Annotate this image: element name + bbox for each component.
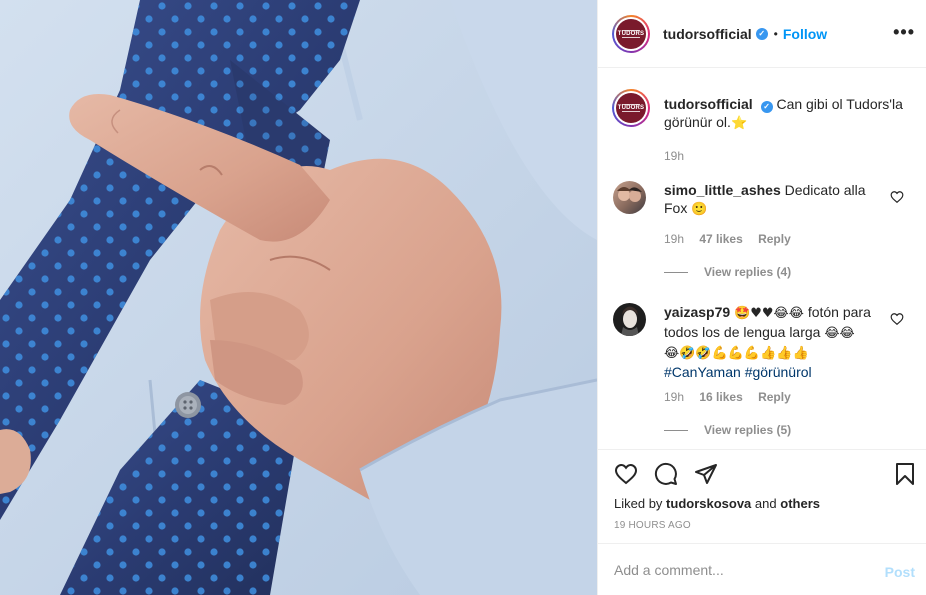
avatar[interactable]: TUDORS <box>612 14 650 53</box>
brand-logo: TUDORS <box>616 93 646 123</box>
smile-emoji-icon: 🙂 <box>691 202 708 217</box>
view-replies-label: View replies (5) <box>704 423 792 437</box>
comment-meta: 19h 16 likes Reply <box>664 390 803 404</box>
comment-username[interactable]: yaizasp79 <box>664 304 730 320</box>
commenter-photo-icon <box>617 187 642 202</box>
emoji-sequence-icon: 🤩♥♥😂😂 <box>734 306 804 321</box>
comment-avatar[interactable] <box>613 181 646 214</box>
add-comment-bar: Post <box>598 543 926 595</box>
laugh-emoji-icon: 😂😂 <box>824 326 855 341</box>
follow-button[interactable]: Follow <box>783 26 827 42</box>
brand-logo: TUDORS <box>616 18 646 49</box>
comment-avatar[interactable] <box>613 303 646 336</box>
share-icon[interactable] <box>694 462 718 486</box>
liked-by-prefix: Liked by <box>614 496 663 511</box>
view-replies-button[interactable]: View replies (5) <box>664 423 791 437</box>
save-button[interactable] <box>893 462 917 489</box>
post-image[interactable] <box>0 0 597 595</box>
separator-dot: • <box>773 26 778 41</box>
view-replies-button[interactable]: View replies (4) <box>664 265 791 279</box>
more-options-icon[interactable]: ••• <box>893 22 915 43</box>
comment-input[interactable] <box>614 558 864 582</box>
star-emoji-icon: ⭐ <box>730 116 748 131</box>
bookmark-icon <box>896 463 914 485</box>
liked-by-others[interactable]: others <box>780 496 820 511</box>
caption: tudorsofficial ✓ Can gibi ol Tudors'la g… <box>664 95 914 165</box>
like-comment-icon[interactable] <box>890 190 904 204</box>
caption-time[interactable]: 19h <box>664 147 914 165</box>
comment-time[interactable]: 19h <box>664 390 684 404</box>
emoji-sequence-icon: 😂🤣🤣💪💪💪👍👍👍 <box>664 346 809 361</box>
comment-meta: 19h 47 likes Reply <box>664 232 803 246</box>
comments-list[interactable]: TUDORS tudorsofficial ✓ Can gibi ol Tudo… <box>598 69 926 449</box>
comment-likes[interactable]: 47 likes <box>699 232 742 246</box>
view-replies-label: View replies (4) <box>704 265 792 279</box>
comment-username[interactable]: simo_little_ashes <box>664 182 781 198</box>
header-username[interactable]: tudorsofficial <box>663 26 752 42</box>
reply-button[interactable]: Reply <box>758 232 791 246</box>
replies-divider <box>664 429 688 431</box>
reply-button[interactable]: Reply <box>758 390 791 404</box>
caption-avatar[interactable]: TUDORS <box>612 89 650 127</box>
replies-divider <box>664 271 688 273</box>
post-photo-illustration <box>0 0 597 595</box>
liked-by-and: and <box>754 496 777 511</box>
like-icon[interactable] <box>614 462 638 486</box>
like-comment-icon[interactable] <box>890 312 904 326</box>
post-actions: Liked by tudorskosova and others 19 HOUR… <box>598 449 926 543</box>
post-timestamp[interactable]: 19 HOURS AGO <box>614 520 691 531</box>
comment-icon[interactable] <box>654 462 678 486</box>
commenter-photo-icon <box>621 306 639 336</box>
liked-by: Liked by tudorskosova and others <box>614 496 820 511</box>
hashtag-link[interactable]: #görünürol <box>745 364 812 380</box>
comment-likes[interactable]: 16 likes <box>699 390 742 404</box>
verified-badge-icon: ✓ <box>755 27 768 40</box>
post-header: TUDORS tudorsofficial ✓ • Follow ••• <box>598 0 926 68</box>
comment-body: yaizasp79 🤩♥♥😂😂 fotón para todos los de … <box>664 303 884 381</box>
liked-by-user[interactable]: tudorskosova <box>666 496 751 511</box>
post-comment-button[interactable]: Post <box>885 564 915 580</box>
comment-time[interactable]: 19h <box>664 232 684 246</box>
action-icons <box>614 462 718 486</box>
caption-username[interactable]: tudorsofficial <box>664 96 753 112</box>
comment-body: simo_little_ashes Dedicato alla Fox 🙂 <box>664 181 884 219</box>
hashtag-link[interactable]: #CanYaman <box>664 364 741 380</box>
post-sidebar: TUDORS tudorsofficial ✓ • Follow ••• TUD… <box>597 0 926 595</box>
verified-badge-icon: ✓ <box>760 101 773 113</box>
